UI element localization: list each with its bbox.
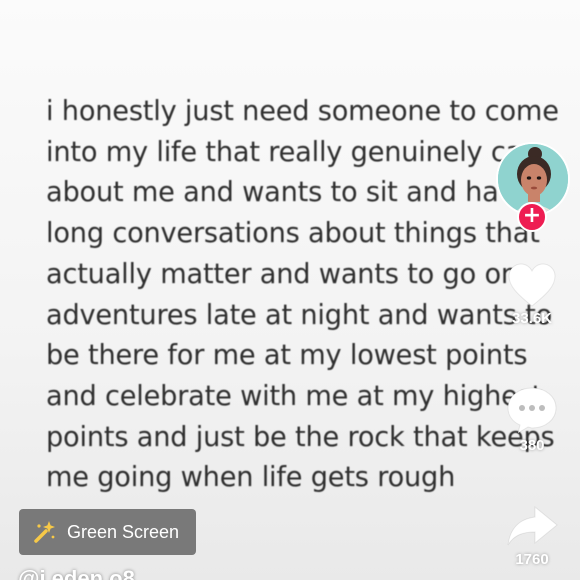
creator-profile[interactable]: + (496, 142, 570, 232)
share-count: 1760 (515, 551, 549, 568)
video-frame[interactable]: i honestly just need someone to come int… (0, 0, 580, 580)
effect-label: Green Screen (67, 521, 180, 542)
post-text-line: be there for me at my lowest points (46, 340, 528, 372)
post-text-line: long conversations about things that (46, 218, 540, 250)
comment-button[interactable]: 380 (496, 385, 568, 454)
like-count: 33.6K (511, 310, 553, 327)
like-button[interactable]: 33.6K (496, 262, 568, 327)
share-arrow-icon (496, 503, 568, 549)
follow-button[interactable]: + (517, 202, 547, 232)
author-username[interactable]: @j.eden.o8 (18, 566, 135, 580)
green-screen-effect-badge[interactable]: Green Screen (19, 509, 196, 555)
heart-icon (496, 262, 568, 308)
post-text-line: i honestly just need someone to come (46, 96, 559, 127)
share-button[interactable]: 1760 (496, 503, 568, 568)
post-text-line: me going when life gets rough (46, 462, 456, 494)
comment-count: 380 (519, 437, 545, 454)
comment-bubble-icon (496, 385, 568, 435)
magic-wand-icon (34, 521, 55, 543)
